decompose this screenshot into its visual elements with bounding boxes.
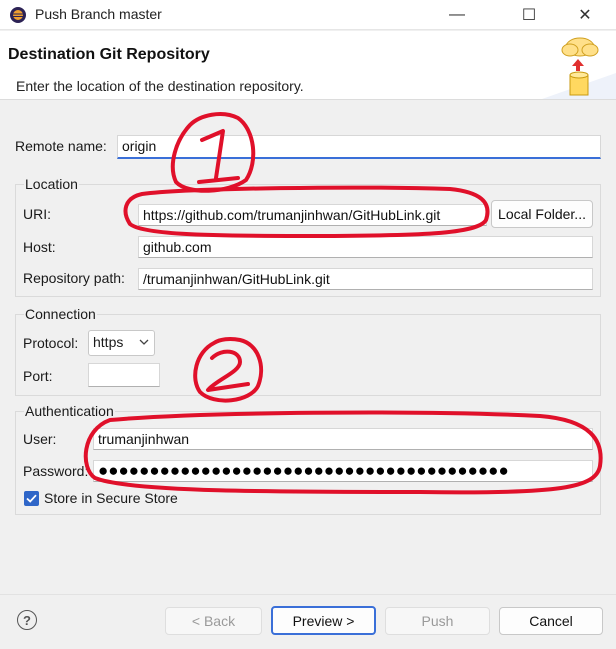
store-secure-label[interactable]: Store in Secure Store — [44, 490, 178, 506]
page-description: Enter the location of the destination re… — [16, 78, 304, 94]
repository-path-label: Repository path: — [23, 270, 125, 286]
help-icon[interactable]: ? — [17, 610, 37, 630]
port-label: Port: — [23, 368, 53, 384]
protocol-select[interactable]: https — [88, 330, 155, 356]
protocol-value: https — [93, 334, 124, 350]
local-folder-button[interactable]: Local Folder... — [491, 200, 593, 228]
checkmark-icon — [26, 494, 37, 503]
user-label: User: — [23, 431, 57, 447]
minimize-icon: — — [449, 6, 465, 23]
location-group-title: Location — [24, 176, 79, 192]
cloud-push-database-icon — [542, 37, 616, 99]
footer-divider — [0, 594, 616, 595]
uri-label: URI: — [23, 206, 51, 222]
user-input[interactable]: trumanjinhwan — [93, 428, 593, 450]
eclipse-app-icon — [10, 7, 26, 23]
uri-input[interactable]: https://github.com/trumanjinhwan/GitHubL… — [138, 204, 487, 226]
connection-group-title: Connection — [24, 306, 97, 322]
close-button[interactable]: ✕ — [562, 0, 608, 30]
store-secure-checkbox[interactable] — [24, 491, 39, 506]
page-title: Destination Git Repository — [8, 46, 210, 63]
minimize-button[interactable]: — — [434, 0, 480, 30]
password-label: Password: — [23, 463, 89, 479]
chevron-down-icon — [139, 339, 149, 345]
remote-name-label: Remote name: — [15, 138, 107, 154]
port-input[interactable] — [88, 363, 160, 387]
wizard-header: Destination Git Repository Enter the loc… — [0, 31, 616, 100]
cancel-button[interactable]: Cancel — [499, 607, 603, 635]
protocol-label: Protocol: — [23, 335, 79, 351]
remote-name-input[interactable]: origin — [117, 135, 601, 159]
push-button[interactable]: Push — [385, 607, 490, 635]
host-input[interactable]: github.com — [138, 236, 593, 258]
repository-path-input[interactable]: /trumanjinhwan/GitHubLink.git — [138, 268, 593, 290]
close-icon: ✕ — [578, 7, 592, 24]
password-input[interactable]: ●●●●●●●●●●●●●●●●●●●●●●●●●●●●●●●●●●●●●●●● — [93, 460, 593, 482]
window-title: Push Branch master — [35, 6, 162, 22]
maximize-icon: ☐ — [521, 7, 537, 24]
maximize-button[interactable]: ☐ — [506, 0, 552, 30]
title-bar: Push Branch master — ☐ ✕ — [0, 0, 616, 30]
authentication-group-title: Authentication — [24, 403, 115, 419]
host-label: Host: — [23, 239, 56, 255]
preview-button[interactable]: Preview > — [271, 606, 376, 635]
back-button[interactable]: < Back — [165, 607, 262, 635]
